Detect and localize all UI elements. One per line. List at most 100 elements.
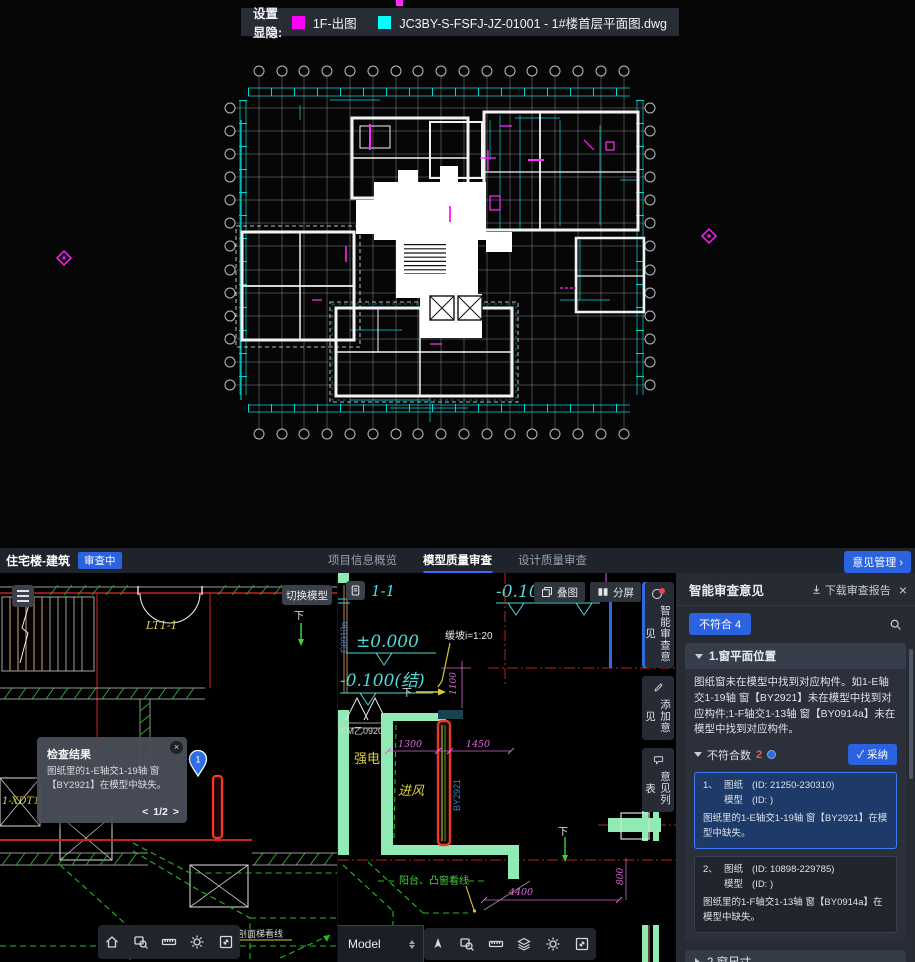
section-view-tag: 1-1	[346, 581, 395, 600]
tab-model-quality[interactable]: 模型质量审查	[423, 548, 492, 573]
caret-down-icon	[695, 654, 703, 659]
overlay-mode-button[interactable]: 叠图	[534, 582, 585, 602]
layer-name-1f[interactable]: 1F-出图	[313, 13, 357, 32]
opinion-manage-button[interactable]: 意见管理 ›	[844, 551, 911, 573]
building-core	[356, 166, 512, 338]
viewer-mode-controls: 叠图 分屏	[534, 582, 641, 602]
split-screen-button[interactable]: 分屏	[590, 582, 641, 602]
issue-section-window-position: 1.窗平面位置 图纸窗未在模型中找到对应构件。如1-E轴交1-19轴 窗【BY2…	[685, 643, 906, 941]
dim-1300-text: 1300	[398, 739, 422, 750]
ai-review-panel: 智能审查意见 下载审查报告 × 不符合 4	[676, 573, 915, 962]
measure-icon[interactable]	[485, 933, 507, 955]
door-tag-text: FM乙0920	[341, 726, 383, 736]
ai-review-icon	[652, 588, 665, 599]
review-panel-header: 智能审查意见 下载审查报告 ×	[676, 573, 915, 606]
window-tag-text: BY2921	[452, 779, 462, 811]
tab-design-quality[interactable]: 设计质量审查	[518, 548, 587, 573]
dim-1450-text: 1450	[466, 739, 490, 750]
tooltip-body: 图纸里的1-E轴交1-19轴 窗【BY2921】在模型中缺失。	[47, 765, 177, 794]
add-opinion-button[interactable]: 添加意见	[642, 676, 674, 740]
measure-icon[interactable]	[158, 931, 180, 953]
filter-row: 不符合 4	[676, 606, 915, 641]
panel-close-icon[interactable]: ×	[899, 583, 907, 597]
fullscreen-icon[interactable]	[215, 931, 237, 953]
workspace: LT1-1 下 1-XDT1	[0, 573, 915, 962]
download-report-link[interactable]: 下载审查报告	[811, 582, 891, 598]
layer-swatch-magenta[interactable]	[292, 16, 305, 29]
layer-swatch-cyan[interactable]	[378, 16, 391, 29]
room-label-air-in: 进风	[398, 783, 425, 798]
reference-diamond-left	[57, 251, 71, 265]
stair-label-text: LT1-1	[145, 619, 177, 632]
dim-800-text: 800	[616, 868, 626, 885]
review-panel-title: 智能审查意见	[689, 580, 764, 599]
svg-text:1: 1	[195, 755, 200, 765]
settings-gear-icon[interactable]	[542, 933, 564, 955]
accept-button[interactable]: ✓ 采纳	[848, 744, 897, 765]
select-arrows-icon	[409, 940, 415, 949]
legend-label: 设置显隐:	[253, 3, 284, 41]
section-line-label: 剖面梯看线	[238, 928, 283, 939]
panel-scrollbar[interactable]	[909, 649, 913, 779]
top-navbar: 住宅楼-建筑 审查中 项目信息概览 模型质量审查 设计质量审查 意见管理 ›	[0, 548, 915, 573]
view-tag-label: 1-1	[371, 582, 395, 600]
locate-toggle-icon[interactable]	[767, 750, 776, 759]
comment-icon	[652, 754, 665, 765]
dim-1100-text: 1100	[449, 672, 459, 695]
flagged-window-element[interactable]	[438, 721, 450, 845]
tab-project-info[interactable]: 项目信息概览	[328, 548, 397, 573]
sheet-icon[interactable]	[346, 581, 365, 600]
slope-note-text: 缓坡i=1:20	[445, 629, 493, 642]
issue-pin-marker[interactable]: 1	[188, 749, 208, 777]
tooltip-title: 检查结果	[47, 746, 177, 762]
pager-prev-icon[interactable]: <	[142, 806, 148, 818]
dim-4400-text: 4400	[508, 887, 533, 898]
check-result-tooltip: × 检查结果 图纸里的1-E轴交1-19轴 窗【BY2921】在模型中缺失。 <…	[37, 737, 187, 823]
app-root: 设置显隐: 1F-出图 JC3BY-S-FSFJ-JZ-01001 - 1#楼首…	[0, 0, 915, 962]
issue-section-window-size[interactable]: 2.窗尺寸	[685, 950, 906, 962]
elev-zero-text: ±0.000	[356, 632, 419, 652]
switch-model-button[interactable]: 切换模型	[282, 585, 332, 605]
search-icon[interactable]	[889, 618, 902, 631]
dwg-overlay-viewer: 设置显隐: 1F-出图 JC3BY-S-FSFJ-JZ-01001 - 1#楼首…	[0, 0, 915, 548]
mid-viewer-toolbar	[424, 928, 596, 960]
down-label-2: 下	[558, 827, 568, 838]
axis-side-tag: C0913a	[339, 621, 349, 653]
ai-review-opinion-button[interactable]: 智能审查意见	[642, 582, 674, 668]
caret-right-icon	[695, 958, 700, 962]
layer-name-dwg[interactable]: JC3BY-S-FSFJ-JZ-01001 - 1#楼首层平面图.dwg	[399, 13, 667, 32]
fullscreen-icon[interactable]	[571, 933, 593, 955]
shaft-label-text: 1-XDT1	[2, 796, 40, 807]
nonconform-filter-badge[interactable]: 不符合 4	[689, 613, 751, 635]
pencil-icon	[652, 682, 665, 693]
missing-window-highlight[interactable]	[213, 776, 222, 838]
balcony-note-text: 阳台、凸窗看线	[399, 874, 469, 887]
caret-down-icon[interactable]	[694, 752, 702, 757]
model-view-select[interactable]: Model	[338, 925, 424, 962]
home-icon[interactable]	[101, 931, 123, 953]
section-header[interactable]: 1.窗平面位置	[685, 643, 906, 669]
opinion-list-button[interactable]: 意见列表	[642, 748, 674, 812]
settings-gear-icon[interactable]	[186, 931, 208, 953]
down-arrow-label: 下	[294, 611, 304, 622]
model-viewport[interactable]: ±0.000 -0.100(结) -0.100(结) C0913a 缓坡i=1:…	[337, 573, 676, 962]
nonconform-count-row: 不符合数 2 ✓ 采纳	[694, 744, 897, 765]
layers-icon[interactable]	[513, 933, 535, 955]
floorplan-drawing	[0, 0, 915, 548]
section-summary: 图纸窗未在模型中找到对应构件。如1-E轴交1-19轴 窗【BY2921】未在模型…	[694, 675, 897, 738]
down-label-1: 下	[402, 688, 412, 699]
issue-item-2[interactable]: 2、 图纸 (ID: 10898-229785) 模型 (ID: ) 图纸里的1…	[694, 856, 897, 933]
orient-north-icon[interactable]	[427, 933, 449, 955]
mid-cad-drawing: ±0.000 -0.100(结) -0.100(结) C0913a 缓坡i=1:…	[338, 573, 676, 962]
tooltip-close-icon[interactable]: ×	[170, 741, 183, 754]
pager-next-icon[interactable]: >	[173, 806, 179, 818]
issue-item-1[interactable]: 1、 图纸 (ID: 21250-230310) 模型 (ID: ) 图纸里的1…	[694, 772, 897, 849]
status-badge: 审查中	[78, 552, 122, 569]
room-label-strong-elec: 强电	[354, 751, 380, 766]
reference-diamond-right	[702, 229, 716, 243]
zoom-window-icon[interactable]	[456, 933, 478, 955]
layer-legend-bar: 设置显隐: 1F-出图 JC3BY-S-FSFJ-JZ-01001 - 1#楼首…	[241, 8, 679, 36]
drawing-viewport[interactable]: LT1-1 下 1-XDT1	[0, 573, 337, 962]
zoom-window-icon[interactable]	[130, 931, 152, 953]
menu-hamburger-button[interactable]	[12, 585, 34, 607]
